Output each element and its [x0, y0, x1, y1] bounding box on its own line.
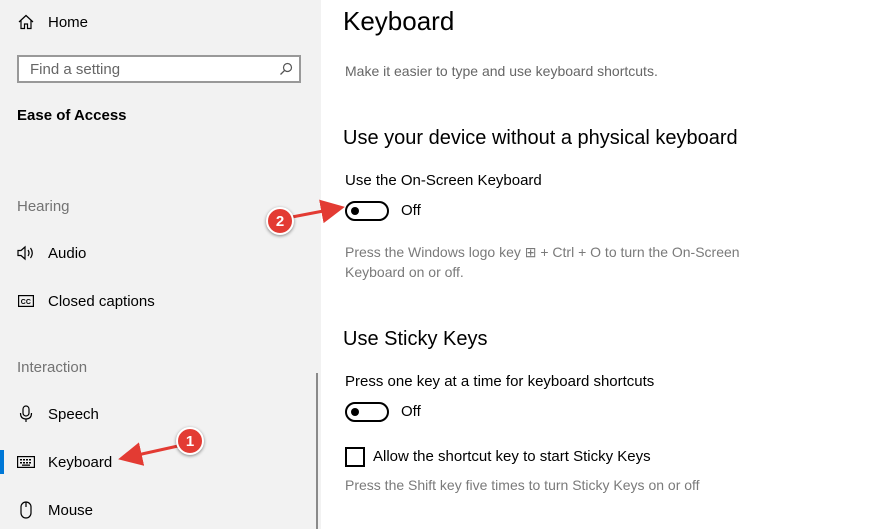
keyboard-icon — [17, 453, 35, 471]
sticky-heading: Use Sticky Keys — [343, 328, 488, 350]
sidebar-item-label: Keyboard — [48, 453, 113, 471]
sidebar-item-home[interactable]: Home — [0, 2, 316, 42]
onscreen-toggle-state: Off — [401, 202, 421, 219]
sidebar-item-closed-captions[interactable]: CC Closed captions — [0, 281, 316, 321]
scrollbar[interactable] — [316, 373, 318, 529]
sidebar-item-label: Mouse — [48, 501, 94, 519]
sticky-toggle-label: Press one key at a time for keyboard sho… — [345, 373, 655, 390]
page-subtitle: Make it easier to type and use keyboard … — [345, 63, 658, 79]
sticky-checkbox-label[interactable]: Allow the shortcut key to start Sticky K… — [373, 448, 651, 465]
sticky-description: Press the Shift key five times to turn S… — [345, 477, 700, 493]
onscreen-heading: Use your device without a physical keybo… — [343, 127, 738, 149]
speaker-icon — [17, 244, 35, 262]
sidebar-item-label: Closed captions — [48, 292, 155, 310]
sidebar-item-label: Audio — [48, 244, 87, 262]
onscreen-description: Press the Windows logo key ⊞ + Ctrl + O … — [345, 242, 805, 282]
search-box[interactable] — [17, 55, 301, 83]
sidebar-item-label: Home — [48, 13, 89, 31]
sidebar-item-audio[interactable]: Audio — [0, 233, 316, 273]
onscreen-keyboard-toggle[interactable] — [345, 201, 389, 221]
search-input[interactable] — [28, 59, 272, 79]
sticky-toggle-state: Off — [401, 403, 421, 420]
sidebar-item-keyboard[interactable]: Keyboard — [0, 442, 316, 482]
group-interaction: Interaction — [17, 359, 88, 376]
mouse-icon — [17, 501, 35, 519]
sticky-keys-toggle[interactable] — [345, 402, 389, 422]
microphone-icon — [17, 405, 35, 423]
sidebar: Home Ease of Access Hearing Audio CC Clo… — [0, 0, 321, 529]
home-icon — [17, 13, 35, 31]
toggle-knob — [351, 408, 359, 416]
sidebar-item-label: Speech — [48, 405, 99, 423]
onscreen-toggle-label: Use the On-Screen Keyboard — [345, 172, 542, 189]
section-title: Ease of Access — [17, 107, 127, 124]
sidebar-item-speech[interactable]: Speech — [0, 394, 316, 434]
svg-text:CC: CC — [21, 299, 31, 306]
sidebar-item-mouse[interactable]: Mouse — [0, 490, 316, 530]
search-icon[interactable] — [279, 62, 293, 76]
page-title: Keyboard — [343, 6, 455, 36]
toggle-knob — [351, 207, 359, 215]
annotation-badge-2: 2 — [266, 207, 294, 235]
onscreen-desc-line1: Press the Windows logo key ⊞ + Ctrl + O … — [345, 244, 740, 260]
cc-icon: CC — [17, 292, 35, 310]
sticky-shortcut-checkbox[interactable] — [345, 447, 365, 467]
annotation-badge-1: 1 — [176, 427, 204, 455]
group-hearing: Hearing — [17, 198, 70, 215]
main-content: Keyboard Make it easier to type and use … — [321, 0, 874, 529]
onscreen-desc-line2: Keyboard on or off. — [345, 264, 464, 280]
